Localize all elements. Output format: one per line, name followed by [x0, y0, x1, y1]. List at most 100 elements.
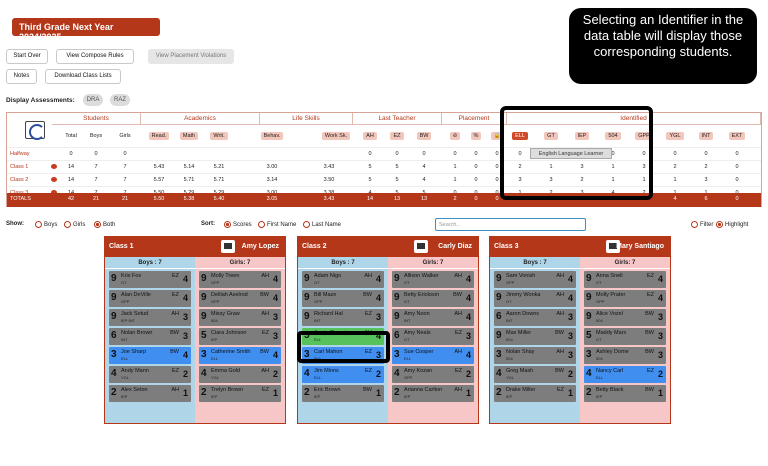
student-card[interactable]: 9 Delilah Axelrod GPP BW 4	[199, 290, 281, 307]
student-card[interactable]: 4 Jim Minns ELL EZ 2	[302, 366, 384, 383]
student-card[interactable]: 4 Emma Gold YGL AH 2	[199, 366, 281, 383]
sort-last-name-radio[interactable]: Last Name	[303, 221, 341, 228]
student-card[interactable]: 6 Aaron Downs INT AH 3	[494, 309, 576, 326]
last-teacher: EZ	[556, 387, 564, 393]
filter-radio[interactable]: Filter	[691, 221, 713, 228]
last-teacher: EZ	[454, 368, 462, 374]
column-header-label: EZ	[390, 132, 404, 140]
last-teacher: BW	[555, 330, 564, 336]
student-card[interactable]: 9 Missy Graw 504 AH 3	[199, 309, 281, 326]
girls-column: Girls: 79 Molly Treen GPP AH 49 Delilah …	[195, 257, 285, 423]
filter-label: Filter	[700, 222, 714, 229]
view-compose-rules-button[interactable]: View Compose Rules	[56, 49, 134, 64]
student-name: Nancy Carl	[596, 368, 624, 374]
download-class-lists-button[interactable]: Download Class Lists	[45, 69, 121, 84]
student-card[interactable]: 3 Nolan Shay 504 AH 3	[494, 347, 576, 364]
student-card[interactable]: 9 Alice Vozel 504 BW 3	[584, 309, 666, 326]
student-tags: YGL	[121, 375, 130, 380]
student-card[interactable]: 3 Joe Sharp ELL BW 4	[109, 347, 191, 364]
student-rank: 4	[304, 368, 310, 379]
student-card[interactable]: 3 Catherine Smith ELL BW 4	[199, 347, 281, 364]
column-header: Girls	[112, 125, 138, 147]
student-card[interactable]: 4 Andy Mann YGL EZ 2	[109, 366, 191, 383]
column-header-label: %	[470, 132, 482, 140]
student-card[interactable]: 2 Alex Seton IEP AH 1	[109, 385, 191, 402]
student-card[interactable]: 2 Trelyn Brown IEP EZ 1	[199, 385, 281, 402]
student-card[interactable]: 6 Amy Neals GT EZ 3	[392, 328, 474, 345]
student-card[interactable]: 4 Nancy Carl ELL EZ 2	[584, 366, 666, 383]
notes-button[interactable]: Notes	[6, 69, 37, 84]
student-score: 4	[465, 274, 471, 284]
class-panel-header: Class 3 Mary Santiago	[490, 237, 670, 257]
raz-toggle[interactable]: RAZ	[110, 94, 130, 106]
eye-icon[interactable]	[51, 177, 57, 182]
column-header[interactable]: INT	[693, 125, 719, 147]
last-teacher: BW	[260, 349, 269, 355]
student-name: Nolan Brown	[121, 330, 153, 336]
sort-first-name-radio[interactable]: First Name	[258, 221, 296, 228]
table-cell: 5	[395, 177, 399, 183]
student-card[interactable]: 9 Adam Nigo GT AH 4	[302, 271, 384, 288]
student-card[interactable]: 2 Eric Brown IEP BW 1	[302, 385, 384, 402]
student-card[interactable]: 9 Molly Treen GPP AH 4	[199, 271, 281, 288]
student-card[interactable]: 9 Betty Erickson GT BW 4	[392, 290, 474, 307]
girls-column: Girls: 79 Allison Walker GT AH 49 Betty …	[388, 257, 478, 423]
show-boys-radio[interactable]: Boys	[35, 221, 57, 228]
student-card[interactable]: 2 Arianna Carlton IEP AH 1	[392, 385, 474, 402]
student-name: Jimmy Wonka	[506, 292, 541, 298]
print-icon[interactable]	[414, 240, 428, 253]
show-both-radio[interactable]: Both	[94, 221, 115, 228]
student-card[interactable]: 9 Jimmy Wonka GT AH 4	[494, 290, 576, 307]
print-icon[interactable]	[221, 240, 235, 253]
student-card[interactable]: 5 Ciara Johnson IEP EZ 3	[199, 328, 281, 345]
student-card[interactable]: 6 Nolan Brown INT BW 3	[109, 328, 191, 345]
student-card[interactable]: 2 Drake Miller IEP EZ 1	[494, 385, 576, 402]
student-card[interactable]: 9 Sam Vonish GPP AH 4	[494, 271, 576, 288]
start-over-button[interactable]: Start Over	[6, 49, 48, 64]
eye-icon[interactable]	[51, 164, 57, 169]
student-card[interactable]: 9 Molly Prater GPP EZ 4	[584, 290, 666, 307]
student-score: 4	[657, 293, 663, 303]
table-cell: 0	[368, 151, 372, 157]
student-tags: ELL	[121, 356, 129, 361]
last-teacher: AH	[261, 311, 269, 317]
table-cell: 4	[422, 164, 426, 170]
show-girls-radio[interactable]: Girls	[64, 221, 85, 228]
student-card[interactable]: 9 Richard Hal INT EZ 3	[302, 309, 384, 326]
dra-toggle[interactable]: DRA	[83, 94, 103, 106]
search-input[interactable]: Search...	[435, 218, 586, 231]
student-card[interactable]: 9 Alan DeVille GPP EZ 4	[109, 290, 191, 307]
student-tags: YGL	[506, 375, 515, 380]
student-card[interactable]: 2 Betty Black IEP BW 1	[584, 385, 666, 402]
column-header[interactable]: YGL	[662, 125, 688, 147]
student-card[interactable]: 5 Maddy Marx GT BW 3	[584, 328, 666, 345]
student-card[interactable]: 9 Anna Snell GT EZ 4	[584, 271, 666, 288]
student-card[interactable]: 9 Max Miller 504 BW 3	[494, 328, 576, 345]
class-name: Class 3	[494, 243, 519, 250]
column-header-label: Math	[179, 132, 199, 140]
student-card[interactable]: 3 Ashley Dome 504 BW 3	[584, 347, 666, 364]
student-card[interactable]: 9 Amy Noon INT AH 4	[392, 309, 474, 326]
student-name: Molly Prater	[596, 292, 626, 298]
student-card[interactable]: 3 Sue Cooper ELL AH 4	[392, 347, 474, 364]
last-teacher: EZ	[646, 368, 654, 374]
student-score: 1	[567, 388, 573, 398]
student-tags: GPP	[404, 375, 413, 380]
page-title: Third Grade Next Year 2024/2025	[12, 18, 160, 42]
last-teacher: BW	[170, 330, 179, 336]
column-header[interactable]: EXT	[724, 125, 750, 147]
row-label[interactable]: Class 2	[10, 177, 28, 183]
student-card[interactable]: 9 Kris Fox GT EZ 4	[109, 271, 191, 288]
table-cell: 4	[422, 177, 426, 183]
student-card[interactable]: 4 Greg Mash YGL BW 2	[494, 366, 576, 383]
student-card[interactable]: 9 Bill Maze GPP BW 4	[302, 290, 384, 307]
column-header-label: ⊘	[449, 132, 461, 140]
student-card[interactable]: 9 Jack Sotud IEP INT AH 3	[109, 309, 191, 326]
student-card[interactable]: 9 Allison Walker GT AH 4	[392, 271, 474, 288]
view-placement-violations-button[interactable]: View Placement Violations	[148, 49, 234, 64]
highlight-radio[interactable]: Highlight	[716, 221, 748, 228]
row-label[interactable]: Class 1	[10, 164, 28, 170]
sort-scores-radio[interactable]: Scores	[224, 221, 252, 228]
student-card[interactable]: 4 Amy Kozan GPP EZ 2	[392, 366, 474, 383]
student-tags: IEP	[404, 394, 411, 399]
